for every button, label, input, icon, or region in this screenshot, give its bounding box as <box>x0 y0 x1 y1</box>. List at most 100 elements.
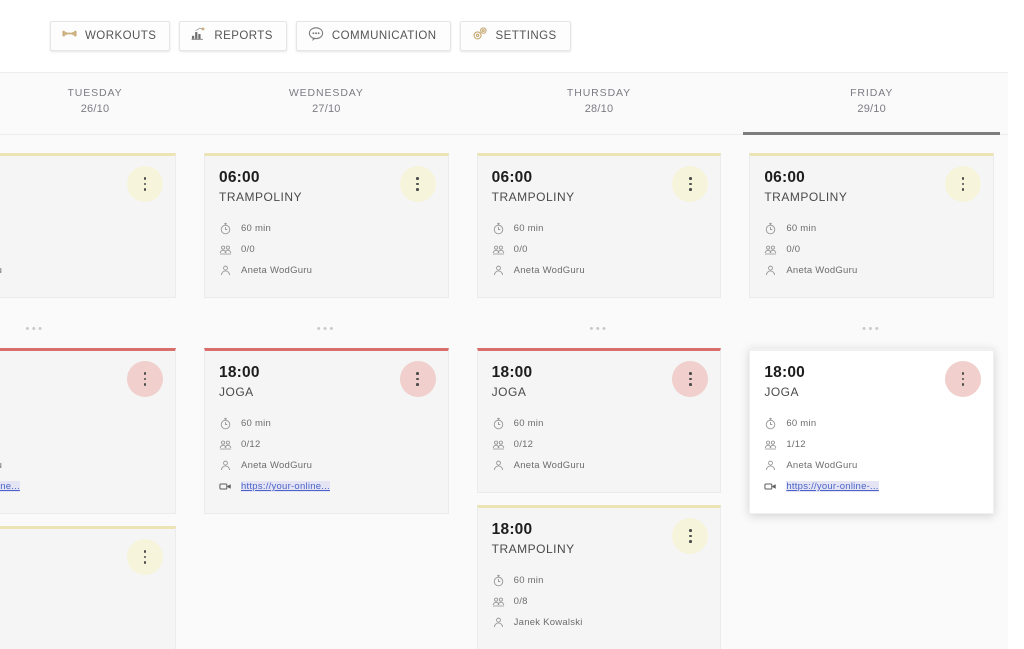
people-icon <box>492 595 505 608</box>
column-separator[interactable]: ••• <box>477 310 722 348</box>
event-card[interactable]: 06:00TRAMPOLINY60 min0/0Aneta WodGuru <box>749 153 995 298</box>
event-capacity-row: 0/0 <box>0 241 161 258</box>
event-duration-row: 60 min <box>492 220 707 237</box>
people-icon <box>764 243 777 256</box>
menu-dot <box>689 529 692 532</box>
event-card[interactable]: 18:00 JOGA 60 min 1/12 Aneta WodGuru https://… <box>749 348 995 514</box>
event-trainer-row: Janek Kowalski <box>0 635 161 649</box>
people-icon <box>219 438 232 451</box>
event-link-row[interactable]: https://your-online... <box>219 478 434 495</box>
menu-dot <box>961 372 965 375</box>
day-date: 29/10 <box>857 103 886 115</box>
event-trainer-text: Aneta WodGuru <box>0 460 2 471</box>
event-capacity-row: 0/8 <box>492 593 707 610</box>
event-meta: 60 min 0/8 Janek Kowalski <box>0 593 161 649</box>
event-card[interactable]: 06:00TRAMPOLINY60 min0/0Aneta WodGuru <box>476 153 722 298</box>
nav-button-workouts[interactable]: WORKOUTS <box>50 21 171 51</box>
event-link-row[interactable]: https://your-online-... <box>764 478 979 495</box>
column-separator[interactable]: ••• <box>749 310 994 348</box>
event-capacity-row: 0/0 <box>219 241 434 258</box>
nav-button-communication[interactable]: COMMUNICATION <box>295 21 451 51</box>
day-header-thursday[interactable]: THURSDAY 28/10 <box>463 73 736 134</box>
menu-dot <box>143 188 147 191</box>
event-card[interactable]: 06:00TRAMPOLINY60 min0/0Aneta WodGuru <box>0 153 176 298</box>
event-capacity-row: 0/0 <box>764 241 979 258</box>
event-meta: 60 min 0/8 Janek Kowalski <box>492 572 707 631</box>
day-header-friday[interactable]: FRIDAY 29/10 <box>735 73 1008 135</box>
event-trainer-text: Aneta WodGuru <box>241 460 313 471</box>
column-separator[interactable]: ••• <box>204 310 449 348</box>
event-link-text[interactable]: https://your-online... <box>241 481 330 492</box>
nav-button-reports[interactable]: REPORTS <box>179 21 287 51</box>
event-trainer-text: Aneta WodGuru <box>786 265 858 276</box>
event-meta: 60 min 0/12 Aneta WodGuru https://your-onli… <box>0 415 161 495</box>
menu-dot <box>416 188 419 191</box>
event-card[interactable]: 18:00JOGA60 min0/12Aneta WodGuruhttps://… <box>204 348 449 514</box>
event-card[interactable]: 18:00TRAMPOLINY60 min0/8Janek Kowalski <box>0 526 176 649</box>
event-capacity-row: 0/12 <box>0 436 161 453</box>
event-capacity-text: 1/12 <box>786 439 806 450</box>
video-camera-icon <box>764 480 777 493</box>
more-vertical-icon[interactable] <box>945 361 982 397</box>
menu-dot <box>416 182 419 186</box>
stopwatch-icon <box>492 417 505 430</box>
event-link-text[interactable]: https://your-online-... <box>786 481 879 492</box>
day-header-wednesday[interactable]: WEDNESDAY 27/10 <box>190 73 463 134</box>
event-trainer-text: Aneta WodGuru <box>241 265 313 276</box>
stopwatch-icon <box>219 222 232 235</box>
event-meta: 60 min 0/12 Aneta WodGuru <box>492 415 707 474</box>
event-capacity-row: 0/8 <box>0 614 161 631</box>
menu-dot <box>689 377 692 381</box>
menu-dot <box>416 177 419 180</box>
day-date: 27/10 <box>312 103 341 115</box>
event-meta: 60 min 0/12 Aneta WodGuru https://your-onli… <box>219 415 434 495</box>
stopwatch-icon <box>219 417 232 430</box>
stopwatch-icon <box>764 222 777 235</box>
menu-dot <box>416 383 419 386</box>
event-card[interactable]: 18:00TRAMPOLINY60 min0/8Janek Kowalski <box>476 505 722 649</box>
more-vertical-icon[interactable] <box>127 361 163 397</box>
main-toolbar: WORKOUTS REPORTS COMMUNICATION SETTINGS <box>0 0 1024 72</box>
menu-dot <box>961 177 965 180</box>
event-card[interactable]: 06:00TRAMPOLINY60 min0/0Aneta WodGuru <box>204 153 449 298</box>
event-link-text[interactable]: https://your-online... <box>0 481 20 492</box>
more-vertical-icon[interactable] <box>399 361 436 397</box>
event-card[interactable]: 18:00JOGA60 min0/12Aneta WodGuruhttps://… <box>0 348 176 514</box>
event-trainer-row: Aneta WodGuru <box>0 457 161 474</box>
day-name: FRIDAY <box>850 87 894 99</box>
event-capacity-text: 0/0 <box>786 244 801 255</box>
day-header-tuesday[interactable]: TUESDAY 26/10 <box>0 73 190 134</box>
event-duration-text: 60 min <box>241 418 272 429</box>
menu-dot <box>416 377 419 381</box>
bar-chart-icon <box>191 26 206 46</box>
event-duration-text: 60 min <box>241 223 272 234</box>
more-vertical-icon[interactable] <box>399 166 436 202</box>
event-link-row[interactable]: https://your-online... <box>0 478 161 495</box>
person-icon <box>492 616 505 629</box>
day-header-row: TUESDAY 26/10 WEDNESDAY 27/10 THURSDAY 28/10 F… <box>0 73 1008 135</box>
event-capacity-row: 0/12 <box>492 436 707 453</box>
more-vertical-icon[interactable] <box>127 539 163 575</box>
event-meta: 60 min 0/0 Aneta WodGuru <box>764 220 979 279</box>
nav-button-label: SETTINGS <box>495 30 557 42</box>
menu-dot <box>689 372 692 375</box>
menu-dot <box>689 188 692 191</box>
people-icon <box>492 438 505 451</box>
nav-button-settings[interactable]: SETTINGS <box>459 21 571 51</box>
dumbbell-icon <box>62 26 77 46</box>
event-trainer-text: Aneta WodGuru <box>513 460 585 471</box>
more-vertical-icon[interactable] <box>127 166 163 202</box>
more-vertical-icon[interactable] <box>945 166 982 202</box>
event-duration-text: 60 min <box>786 223 817 234</box>
day-date: 26/10 <box>80 103 110 115</box>
people-icon <box>492 243 505 256</box>
event-duration-text: 60 min <box>786 418 817 429</box>
column-separator[interactable]: ••• <box>0 310 176 348</box>
event-meta: 60 min 0/0 Aneta WodGuru <box>492 220 707 279</box>
person-icon <box>219 264 232 277</box>
menu-dot <box>689 383 692 386</box>
event-trainer-row: Aneta WodGuru <box>764 262 979 279</box>
event-trainer-row: Aneta WodGuru <box>492 262 707 279</box>
event-card[interactable]: 18:00 JOGA 60 min 0/12 Aneta WodGuru <box>476 348 722 493</box>
speech-bubble-icon <box>308 26 324 47</box>
